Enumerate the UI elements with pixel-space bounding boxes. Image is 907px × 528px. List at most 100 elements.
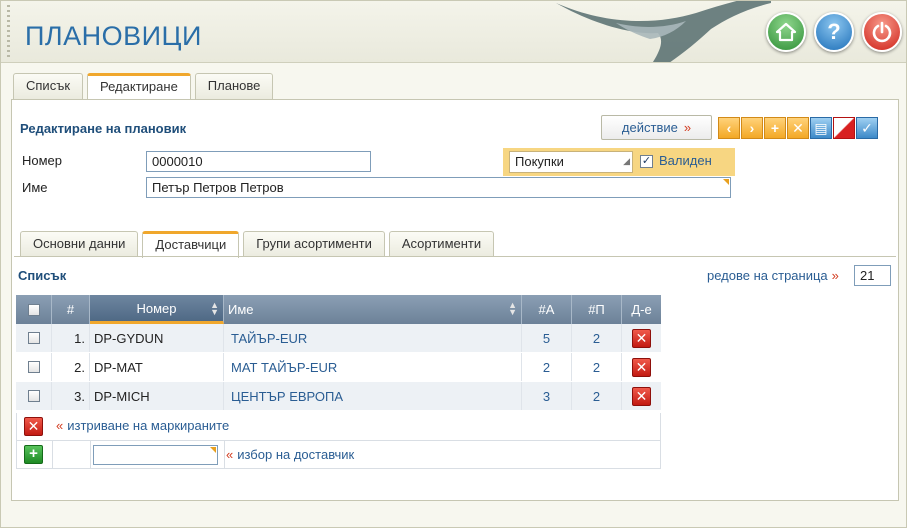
close-icon: ✕ xyxy=(635,387,648,404)
tab-basic-data[interactable]: Основни данни xyxy=(20,231,139,257)
add-supplier-button[interactable]: + xyxy=(24,445,43,464)
record-toolbar: ‹ › + ✕ ▤ ✓ xyxy=(718,117,878,139)
grid-header: # Номер ▲ ▼ Име ▲ ▼ #А #П Д-е xyxy=(16,295,661,324)
col-code-label: Номер xyxy=(136,300,177,316)
choose-supplier-link[interactable]: «избор на доставчик xyxy=(226,447,354,462)
supplier-code-input[interactable] xyxy=(93,445,218,465)
bird-logo xyxy=(556,1,771,62)
row-a-link[interactable]: 3 xyxy=(522,382,572,410)
resize-icon: ◢ xyxy=(623,156,630,166)
link-arrow: « xyxy=(226,447,234,462)
row-checkbox[interactable] xyxy=(27,361,40,373)
row-check-cell xyxy=(16,382,52,410)
name-label: Име xyxy=(22,180,48,195)
col-d: Д-е xyxy=(631,302,652,317)
name-field[interactable]: Петър Петров Петров xyxy=(146,177,731,198)
logout-button[interactable] xyxy=(862,12,902,52)
row-checkbox[interactable] xyxy=(27,390,40,402)
main-tabs: Списък Редактиране Планове xyxy=(13,73,274,100)
sort-icon: ▲ ▼ xyxy=(508,300,517,317)
sub-tabs: Основни данни Доставчици Групи асортимен… xyxy=(20,231,495,258)
type-valid-box: Покупки ◢ ✓ Валиден xyxy=(503,148,735,176)
check-icon: ✓ xyxy=(861,120,873,136)
add-supplier-row: + «избор на доставчик xyxy=(16,441,661,469)
plus-icon: + xyxy=(29,445,38,462)
panel-title: Редактиране на плановик xyxy=(20,121,187,136)
row-a-link[interactable]: 2 xyxy=(522,353,572,381)
home-icon xyxy=(775,22,797,42)
row-num: 1. xyxy=(52,324,90,352)
row-name-link[interactable]: ЦЕНТЪР ЕВРОПА xyxy=(224,382,522,410)
row-p-link[interactable]: 2 xyxy=(572,353,622,381)
divider xyxy=(90,441,91,469)
rows-per-page-input[interactable]: 21 xyxy=(854,265,891,286)
tab-assortments[interactable]: Асортименти xyxy=(388,231,495,257)
select-all-cell xyxy=(16,295,52,324)
rows-per-page-text: редове на страница xyxy=(707,268,828,283)
delete-row-button[interactable]: ✕ xyxy=(632,328,651,348)
close-icon: ✕ xyxy=(792,120,804,136)
row-a-link[interactable]: 5 xyxy=(522,324,572,352)
table-row: 3. DP-MICH ЦЕНТЪР ЕВРОПА 3 2 ✕ xyxy=(16,382,661,411)
select-all-checkbox[interactable] xyxy=(27,303,40,316)
tab-suppliers[interactable]: Доставчици xyxy=(142,231,240,258)
action-button[interactable]: действие » xyxy=(601,115,712,140)
power-icon xyxy=(872,21,892,43)
close-icon: ✕ xyxy=(635,329,648,346)
tab-plans[interactable]: Планове xyxy=(194,73,274,99)
link-arrow: « xyxy=(56,418,64,433)
valid-checkbox[interactable]: ✓ xyxy=(640,155,653,168)
list-title: Списък xyxy=(18,268,67,283)
rows-per-page-label[interactable]: редове на страница» xyxy=(707,268,839,283)
tab-edit[interactable]: Редактиране xyxy=(87,73,191,100)
choose-supplier-label: избор на доставчик xyxy=(237,447,355,462)
number-field[interactable]: 0000010 xyxy=(146,151,371,172)
prev-button[interactable]: ‹ xyxy=(718,117,740,139)
row-p-link[interactable]: 2 xyxy=(572,382,622,410)
type-select[interactable]: Покупки ◢ xyxy=(509,151,633,173)
chevron-left-icon: ‹ xyxy=(726,120,732,136)
next-button[interactable]: › xyxy=(741,117,763,139)
header-grip xyxy=(7,5,10,57)
row-delete-cell: ✕ xyxy=(622,353,661,381)
print-button[interactable]: ▤ xyxy=(810,117,832,139)
delete-marked-link[interactable]: «изтриване на маркираните xyxy=(56,418,229,433)
tab-assortment-groups[interactable]: Групи асортименти xyxy=(243,231,385,257)
rows-per-page-arrow: » xyxy=(831,268,839,283)
close-icon: ✕ xyxy=(635,358,648,375)
suppliers-grid: # Номер ▲ ▼ Име ▲ ▼ #А #П Д-е 1. DP-GYDUN ТА… xyxy=(16,295,661,411)
sort-icon: ▲ ▼ xyxy=(210,300,219,317)
action-label: действие xyxy=(621,120,678,135)
row-name-link[interactable]: МАТ ТАЙЪР-EUR xyxy=(224,353,522,381)
delete-marked-row: ✕ «изтриване на маркираните xyxy=(16,413,661,441)
home-button[interactable] xyxy=(766,12,806,52)
app-header: ПЛАНОВИЦИ ? xyxy=(1,1,906,63)
delete-marked-button[interactable]: ✕ xyxy=(24,417,43,436)
col-num: # xyxy=(52,295,90,324)
col-name[interactable]: Име ▲ ▼ xyxy=(224,295,522,324)
chevron-right-icon: › xyxy=(749,120,755,136)
tab-list[interactable]: Списък xyxy=(13,73,84,99)
row-checkbox[interactable] xyxy=(27,332,40,344)
flag-button[interactable] xyxy=(833,117,855,139)
close-icon: ✕ xyxy=(27,418,40,434)
row-code: DP-GYDUN xyxy=(90,324,224,352)
col-p: #П xyxy=(572,295,622,324)
row-num: 3. xyxy=(52,382,90,410)
type-select-value: Покупки xyxy=(515,154,564,169)
row-code: DP-MICH xyxy=(90,382,224,410)
confirm-button[interactable]: ✓ xyxy=(856,117,878,139)
table-row: 1. DP-GYDUN ТАЙЪР-EUR 5 2 ✕ xyxy=(16,324,661,353)
delete-row-button[interactable]: ✕ xyxy=(632,357,651,377)
col-code[interactable]: Номер ▲ ▼ xyxy=(90,295,224,324)
row-delete-cell: ✕ xyxy=(622,324,661,352)
plus-icon: + xyxy=(770,120,780,136)
divider xyxy=(224,441,225,469)
divider xyxy=(52,441,53,469)
add-button[interactable]: + xyxy=(764,117,786,139)
delete-button[interactable]: ✕ xyxy=(787,117,809,139)
delete-row-button[interactable]: ✕ xyxy=(632,386,651,406)
row-p-link[interactable]: 2 xyxy=(572,324,622,352)
row-name-link[interactable]: ТАЙЪР-EUR xyxy=(224,324,522,352)
help-button[interactable]: ? xyxy=(814,12,854,52)
